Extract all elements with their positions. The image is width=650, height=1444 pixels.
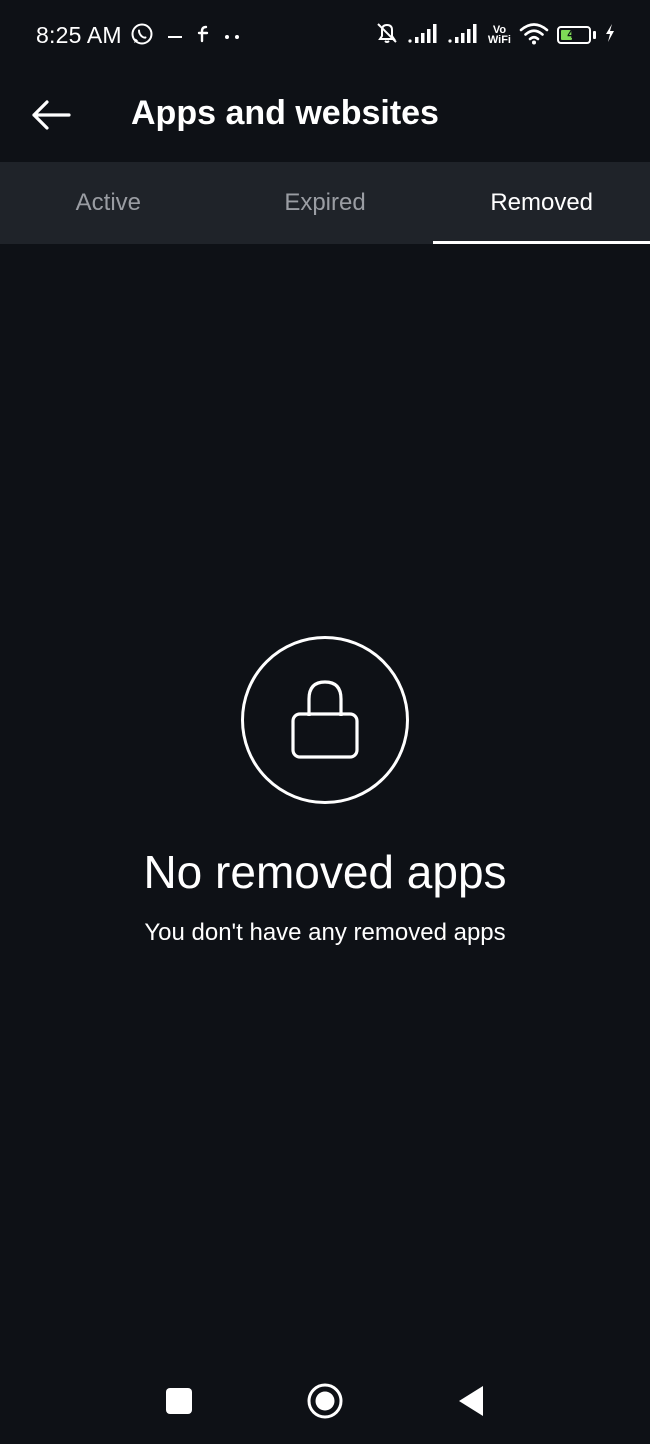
tab-label: Active (75, 189, 142, 216)
arrow-left-icon (29, 98, 73, 137)
signal-icon (448, 22, 480, 49)
tab-removed[interactable]: Removed (433, 162, 650, 244)
facebook-icon (196, 25, 210, 48)
page-title: Apps and websites (131, 94, 439, 132)
tab-active[interactable]: Active (0, 162, 217, 244)
nav-back-button[interactable] (446, 1378, 496, 1428)
app-header: Apps and websites (0, 72, 650, 162)
muted-bell-icon (374, 20, 400, 51)
back-button[interactable] (26, 92, 76, 142)
status-left-icons (130, 22, 242, 50)
empty-state: No removed apps You don't have any remov… (0, 636, 650, 948)
status-right-icons: Vo WiFi 49 (374, 20, 616, 50)
empty-state-title: No removed apps (143, 846, 507, 898)
battery-tip (593, 31, 596, 39)
lock-icon (289, 672, 361, 769)
tab-label: Removed (490, 189, 594, 216)
signal-icon (408, 22, 440, 49)
whatsapp-icon (130, 22, 154, 51)
battery-level: 49 (567, 27, 581, 41)
charging-icon (604, 23, 616, 48)
system-nav-bar (0, 1360, 650, 1444)
status-time: 8:25 AM (36, 22, 122, 48)
vowifi-bottom-label: WiFi (487, 34, 511, 46)
lock-badge (241, 636, 409, 804)
status-bar: 8:25 AM Vo WiFi 49 (0, 0, 650, 72)
wifi-icon (519, 21, 549, 50)
tab-bar: Active Expired Removed (0, 162, 650, 244)
back-triangle-icon (457, 1385, 485, 1422)
battery-icon: 49 (557, 26, 591, 44)
home-button[interactable] (300, 1378, 350, 1428)
notification-dots-icon (168, 27, 182, 45)
recent-apps-icon (165, 1387, 193, 1420)
vowifi-icon: Vo WiFi (487, 25, 511, 46)
home-icon (306, 1382, 344, 1425)
tab-expired[interactable]: Expired (217, 162, 434, 244)
tab-selected-indicator (433, 241, 650, 244)
tab-label: Expired (284, 189, 366, 216)
more-dots-icon (224, 27, 242, 45)
empty-state-subtitle: You don't have any removed apps (144, 919, 506, 946)
recent-apps-button[interactable] (154, 1378, 204, 1428)
